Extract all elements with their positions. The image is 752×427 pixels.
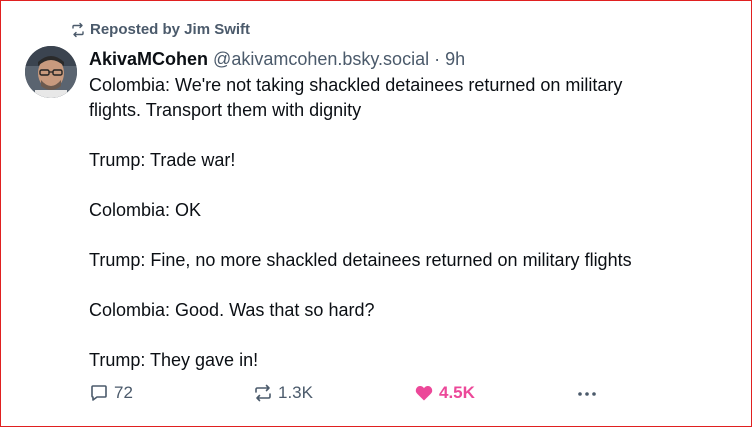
post-line: Trump: They gave in!: [89, 350, 259, 370]
reply-count: 72: [114, 383, 133, 402]
post-line: [89, 123, 729, 148]
separator-dot: ·: [434, 49, 441, 69]
post-header: AkivaMCohen @akivamcohen.bsky.social · 9…: [89, 47, 465, 71]
repost-count: 1.3K: [278, 383, 313, 402]
post-line: Trump: Fine, no more shackled detainees …: [89, 250, 632, 270]
post-line: Colombia: We're not taking shackled deta…: [89, 75, 623, 95]
post-line: Colombia: Good. Was that so hard?: [89, 300, 375, 320]
post-line: flights. Transport them with dignity: [89, 100, 362, 120]
post-line: [89, 173, 729, 198]
like-button[interactable]: 4.5K: [414, 383, 475, 403]
repost-button[interactable]: 1.3K: [253, 383, 313, 403]
heart-icon: [415, 385, 433, 401]
avatar-image: [25, 46, 77, 98]
author-name[interactable]: AkivaMCohen: [89, 49, 208, 69]
repost-icon: [72, 22, 84, 37]
like-count: 4.5K: [439, 383, 475, 402]
avatar[interactable]: [25, 46, 77, 98]
post-body: Colombia: We're not taking shackled deta…: [89, 73, 729, 373]
more-options-button[interactable]: [576, 383, 598, 405]
post-card[interactable]: Reposted by Jim Swift AkivaMCohen @akiva…: [0, 0, 752, 427]
post-line: Colombia: OK: [89, 200, 202, 220]
post-time[interactable]: 9h: [445, 49, 465, 69]
more-icon: [578, 392, 596, 396]
post-line: Trump: Trade war!: [89, 150, 236, 170]
post-line: [89, 273, 729, 298]
reply-button[interactable]: 72: [89, 383, 133, 403]
comment-icon: [91, 385, 107, 401]
repost-banner[interactable]: Reposted by Jim Swift: [70, 21, 250, 38]
post-line: [89, 223, 729, 248]
repost-banner-text: Reposted by Jim Swift: [90, 21, 251, 38]
post-actions: 72 1.3K 4.5K: [89, 383, 609, 407]
repost-icon: [255, 384, 271, 402]
post-line: [89, 323, 729, 348]
author-handle[interactable]: @akivamcohen.bsky.social: [213, 49, 429, 69]
